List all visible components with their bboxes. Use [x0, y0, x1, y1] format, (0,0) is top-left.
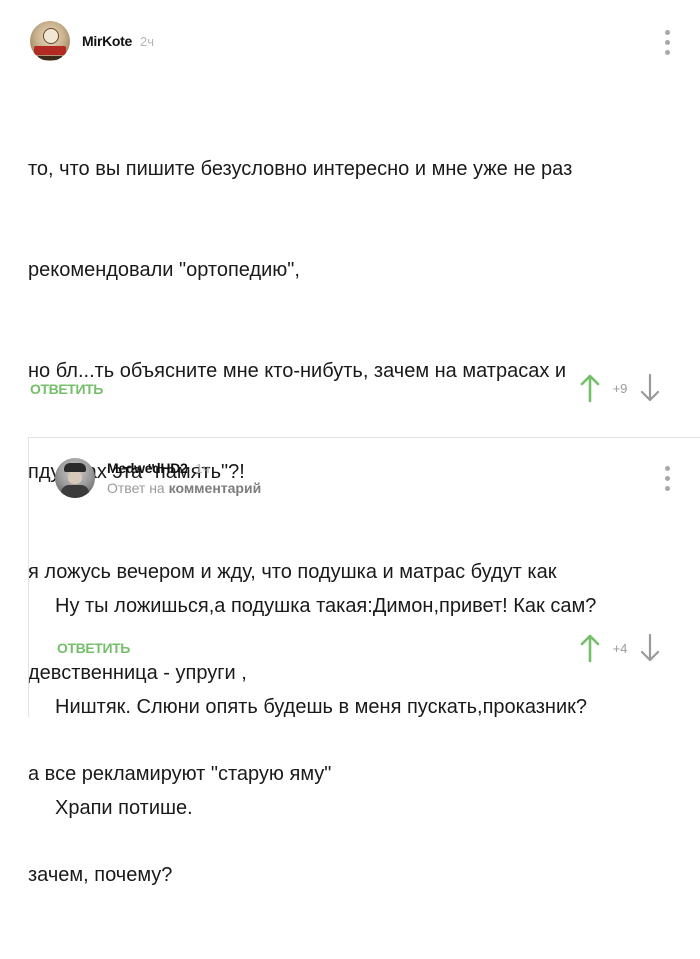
comment-line: то, что вы пишите безусловно интересно и…: [28, 158, 573, 181]
arrow-up-icon[interactable]: [580, 633, 600, 663]
reply-button[interactable]: ОТВЕТИТЬ: [30, 381, 103, 397]
avatar[interactable]: [30, 21, 70, 61]
comment-line: но бл...ть объясните мне кто-нибуть, зач…: [28, 359, 567, 382]
arrow-down-icon[interactable]: [640, 373, 660, 403]
reply-button[interactable]: ОТВЕТИТЬ: [57, 640, 130, 656]
reply-meta: Ответ на комментарий: [107, 480, 261, 496]
timestamp: 2ч: [140, 33, 155, 49]
reply-line: Ну ты ложишься,а подушка такая:Димон,при…: [55, 595, 597, 618]
vote-controls: +4: [580, 633, 660, 663]
reply-meta-prefix: Ответ на: [107, 480, 165, 496]
vote-controls: +9: [580, 373, 660, 403]
vote-score: +9: [612, 380, 628, 396]
author-name[interactable]: MirKote: [82, 33, 132, 49]
vote-score: +4: [612, 640, 628, 656]
more-vertical-icon[interactable]: [661, 30, 673, 55]
timestamp: 1ч: [195, 460, 210, 476]
reply-header: MedwedHD2 1ч Ответ на комментарий: [55, 458, 261, 498]
arrow-down-icon[interactable]: [640, 633, 660, 663]
thread-line: [28, 437, 29, 717]
more-vertical-icon[interactable]: [661, 466, 673, 491]
reply-line: Храпи потише.: [55, 796, 193, 819]
thread-divider: [28, 437, 700, 438]
reply-line: Ништяк. Слюни опять будешь в меня пускат…: [55, 695, 588, 718]
comment-header: MirKote 2ч: [30, 21, 154, 61]
reply-text: Ну ты ложишься,а подушка такая:Димон,при…: [55, 523, 596, 893]
comment-line: рекомендовали "ортопедию",: [28, 258, 300, 281]
parent-comment-link[interactable]: комментарий: [169, 480, 262, 496]
author-name[interactable]: MedwedHD2: [107, 460, 188, 476]
arrow-up-icon[interactable]: [580, 373, 600, 403]
avatar[interactable]: [55, 458, 95, 498]
